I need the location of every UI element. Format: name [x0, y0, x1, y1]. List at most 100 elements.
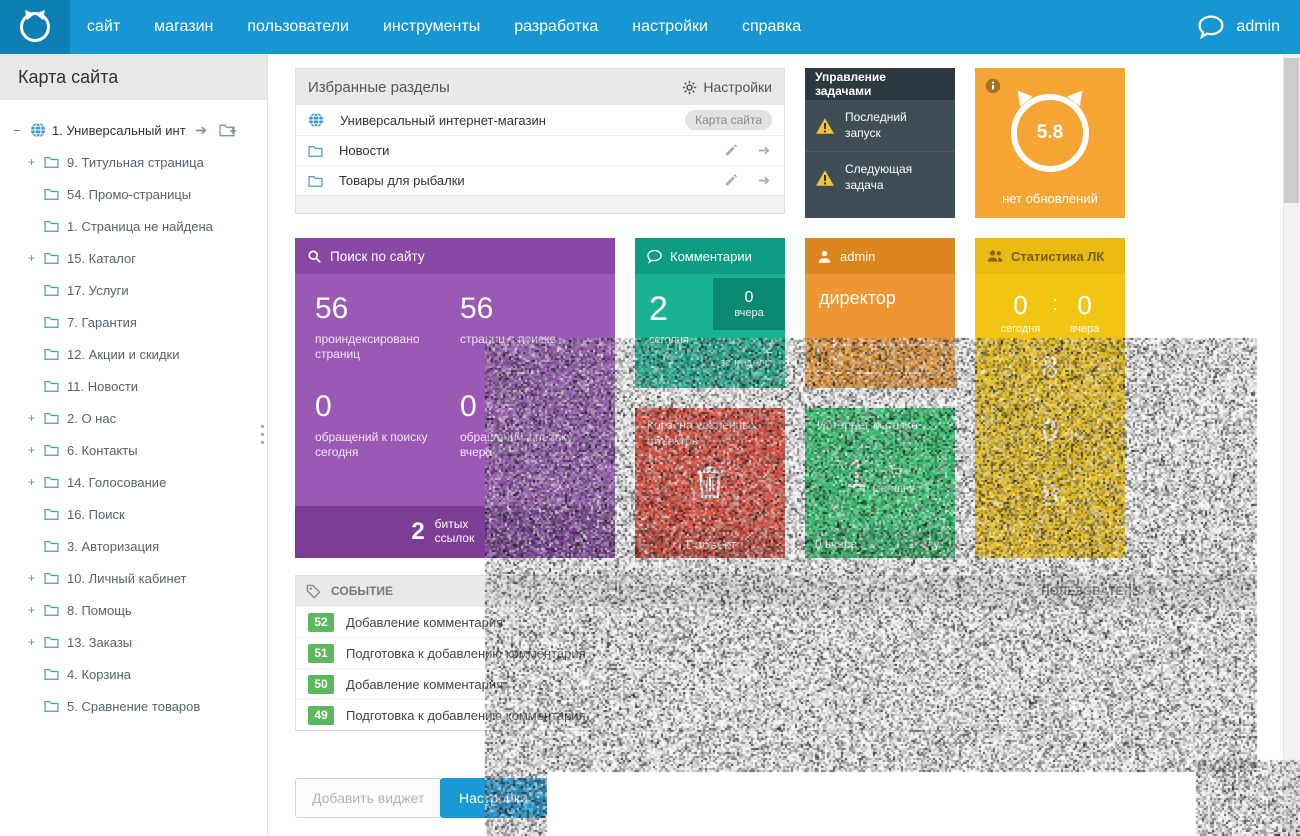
tree-item[interactable]: 4. Корзина — [0, 658, 267, 690]
trash-widget: Корзина удалённых объектов 1 объект — [635, 408, 785, 558]
folder-icon — [308, 145, 323, 157]
trash-icon — [695, 464, 725, 500]
comments-today-label: сегодня — [649, 334, 689, 346]
menu-item-tools[interactable]: инструменты — [366, 0, 497, 54]
broken-links-label: битых ссылок — [435, 518, 499, 546]
tree-item-label: 6. Контакты — [67, 443, 138, 458]
tree-item[interactable]: +14. Голосование — [0, 466, 267, 498]
expand-toggle[interactable]: + — [28, 443, 44, 457]
tree-item[interactable]: +6. Контакты — [0, 434, 267, 466]
update-status: нет обновлений — [975, 191, 1125, 206]
menu-item-shop[interactable]: магазин — [137, 0, 230, 54]
tree-item[interactable]: +8. Помощь — [0, 594, 267, 626]
menu-item-settings[interactable]: настройки — [615, 0, 725, 54]
account-dashed-button[interactable] — [817, 344, 943, 374]
sidebar-resize-handle[interactable] — [261, 425, 264, 444]
task-label: Следующая задача — [845, 162, 925, 193]
broken-links-footer[interactable]: 2 битых ссылок — [295, 506, 615, 558]
tree-item[interactable]: +2. О нас — [0, 402, 267, 434]
tree-item[interactable]: 3. Авторизация — [0, 530, 267, 562]
expand-toggle[interactable]: + — [28, 603, 44, 617]
expand-toggle[interactable]: + — [28, 635, 44, 649]
row-actions — [724, 143, 772, 158]
main-menu: сайт магазин пользователи инструменты ра… — [70, 0, 818, 54]
favorites-settings-label: Настройки — [703, 79, 772, 95]
menu-item-users[interactable]: пользователи — [230, 0, 366, 54]
dashboard: Избранные разделы Настройки Универсальны… — [268, 54, 1283, 836]
expand-toggle[interactable]: + — [28, 571, 44, 585]
task-manager-title: Управление задачами — [805, 68, 955, 100]
tree-item-label: 1. Страница не найдена — [67, 219, 213, 234]
favorite-link[interactable]: Новости — [339, 143, 724, 158]
tree-item[interactable]: +9. Титульная страница — [0, 146, 267, 178]
trash-count[interactable]: 1 объект — [635, 530, 785, 558]
lk-today-yesterday: 0сегодня : 0вчера — [975, 290, 1125, 335]
jump-arrow-icon[interactable] — [194, 123, 209, 138]
page-scrollbar[interactable] — [1283, 54, 1300, 836]
tree-item[interactable]: 17. Услуги — [0, 274, 267, 306]
go-to-arrow-icon[interactable] — [757, 173, 772, 188]
sitemap-sidebar: Карта сайта − 1. Универсальный инт +9. Т… — [0, 54, 268, 836]
dashboard-settings-button[interactable]: Настройки — [440, 778, 547, 818]
folder-icon — [308, 175, 323, 187]
account-role: директор — [805, 274, 955, 309]
tree-item[interactable]: +15. Каталог — [0, 242, 267, 274]
tree-item-label: 9. Титульная страница — [67, 155, 204, 170]
tree-item[interactable]: +13. Заказы — [0, 626, 267, 658]
topbar: сайт магазин пользователи инструменты ра… — [0, 0, 1300, 54]
event-row[interactable]: 52 Добавление комментария — [296, 606, 1254, 637]
tree-item-label: 14. Голосование — [67, 475, 166, 490]
event-row[interactable]: 49 Подготовка к добавлению комментария — [296, 699, 1254, 730]
folder-icon — [44, 412, 59, 424]
tree-item[interactable]: 7. Гарантия — [0, 306, 267, 338]
favorite-link[interactable]: Товары для рыбалки — [339, 173, 724, 188]
add-page-icon[interactable] — [219, 123, 237, 138]
tree-item-label: 15. Каталог — [67, 251, 136, 266]
lk-stats-widget: Статистика ЛК 0сегодня : 0вчера 8 0 8 — [975, 238, 1125, 558]
event-row[interactable]: 50 Добавление комментария — [296, 668, 1254, 699]
menu-item-site[interactable]: сайт — [70, 0, 137, 54]
current-user[interactable]: admin — [1236, 18, 1280, 36]
edit-pencil-icon[interactable] — [724, 173, 739, 188]
sitemap-badge: Карта сайта — [685, 110, 772, 130]
expand-toggle[interactable]: + — [28, 155, 44, 169]
tree-root-item[interactable]: − 1. Универсальный инт — [0, 114, 267, 146]
tree-item[interactable]: +10. Личный кабинет — [0, 562, 267, 594]
task-label: Последний запуск — [845, 110, 925, 141]
favorites-row: Новости — [296, 135, 784, 165]
comments-today-value: 2 — [649, 290, 668, 329]
account-header: admin — [805, 238, 955, 274]
comments-week: 2 за неделю — [720, 340, 773, 369]
go-to-arrow-icon[interactable] — [757, 143, 772, 158]
event-text: Подготовка к добавлению комментария — [346, 708, 586, 723]
favorite-link[interactable]: Универсальный интернет-магазин — [340, 113, 685, 128]
info-icon[interactable] — [985, 78, 1001, 94]
menu-item-development[interactable]: разработка — [497, 0, 615, 54]
tree-item[interactable]: 54. Промо-страницы — [0, 178, 267, 210]
menu-item-help[interactable]: справка — [725, 0, 818, 54]
folder-icon — [44, 380, 59, 392]
folder-icon — [44, 284, 59, 296]
edit-pencil-icon[interactable] — [724, 143, 739, 158]
tree-item[interactable]: 1. Страница не найдена — [0, 210, 267, 242]
task-row[interactable]: Последний запуск — [805, 100, 955, 151]
event-row[interactable]: 51 Подготовка к добавлению комментария — [296, 637, 1254, 668]
tree-item[interactable]: 12. Акции и скидки — [0, 338, 267, 370]
tree-item[interactable]: 16. Поиск — [0, 498, 267, 530]
expand-toggle[interactable]: + — [28, 251, 44, 265]
tree-item[interactable]: 11. Новости — [0, 370, 267, 402]
chat-icon[interactable] — [1198, 14, 1224, 40]
version-number: 5.8 — [1011, 94, 1089, 172]
expand-toggle[interactable]: + — [28, 411, 44, 425]
expand-toggle[interactable]: + — [28, 475, 44, 489]
add-widget-button[interactable]: Добавить виджет — [295, 778, 441, 818]
task-row[interactable]: Следующая задача — [805, 151, 955, 203]
task-manager-widget: Управление задачами Последний запуск Сле… — [805, 68, 955, 218]
account-username: admin — [840, 249, 875, 264]
collapse-toggle[interactable]: − — [10, 123, 24, 138]
folder-icon — [44, 700, 59, 712]
favorites-settings-button[interactable]: Настройки — [682, 79, 772, 95]
umi-logo[interactable] — [0, 0, 70, 54]
tree-item[interactable]: 5. Сравнение товаров — [0, 690, 267, 722]
scrollbar-thumb[interactable] — [1284, 58, 1299, 203]
